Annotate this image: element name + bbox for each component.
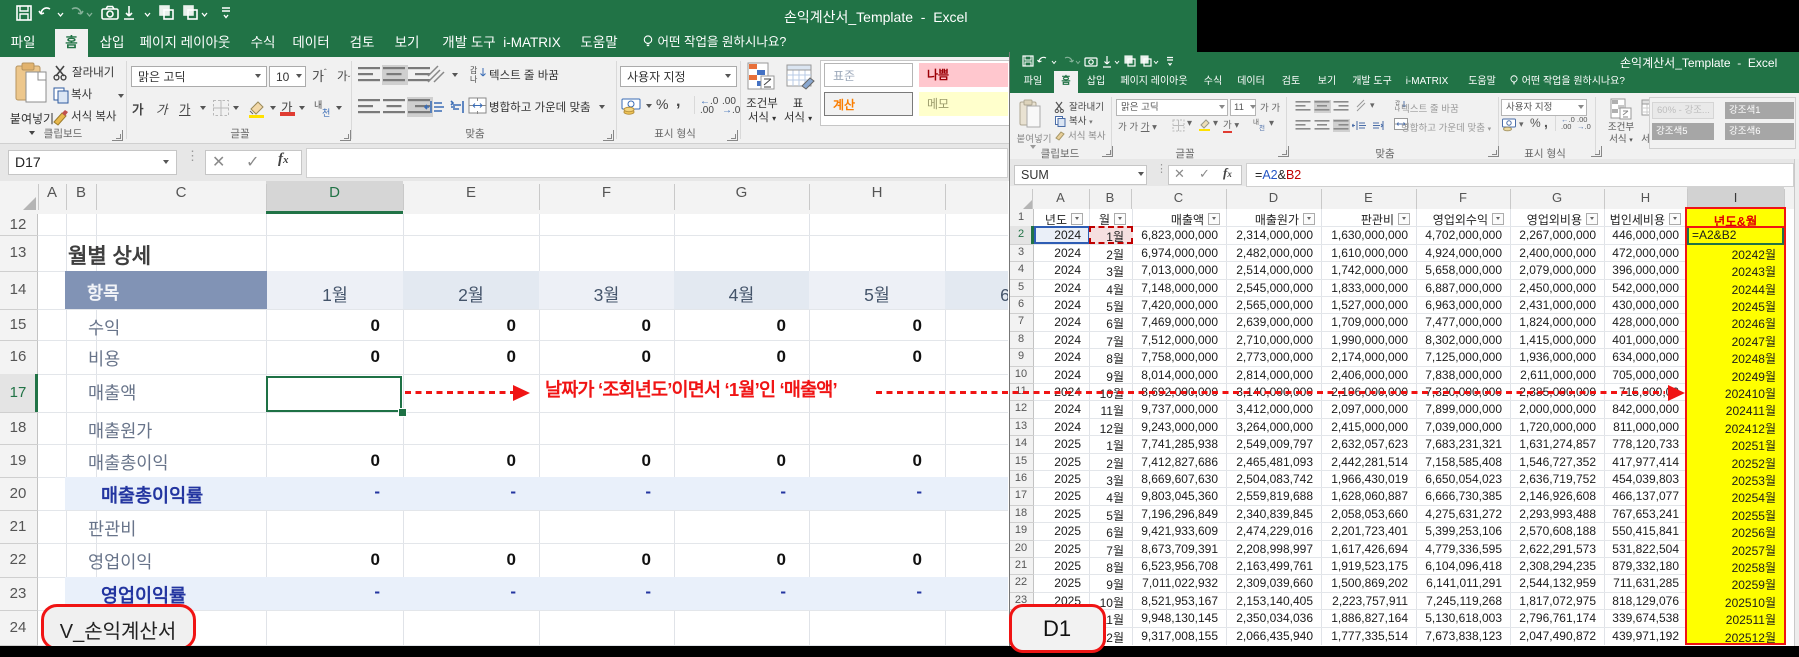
svg-text:갑: 갑 <box>1395 99 1400 107</box>
svg-text:갑: 갑 <box>470 65 478 75</box>
svg-text:천: 천 <box>1259 123 1265 131</box>
svg-text:천: 천 <box>322 108 330 118</box>
svg-text:나: 나 <box>1395 105 1400 113</box>
svg-text:나: 나 <box>470 75 478 84</box>
